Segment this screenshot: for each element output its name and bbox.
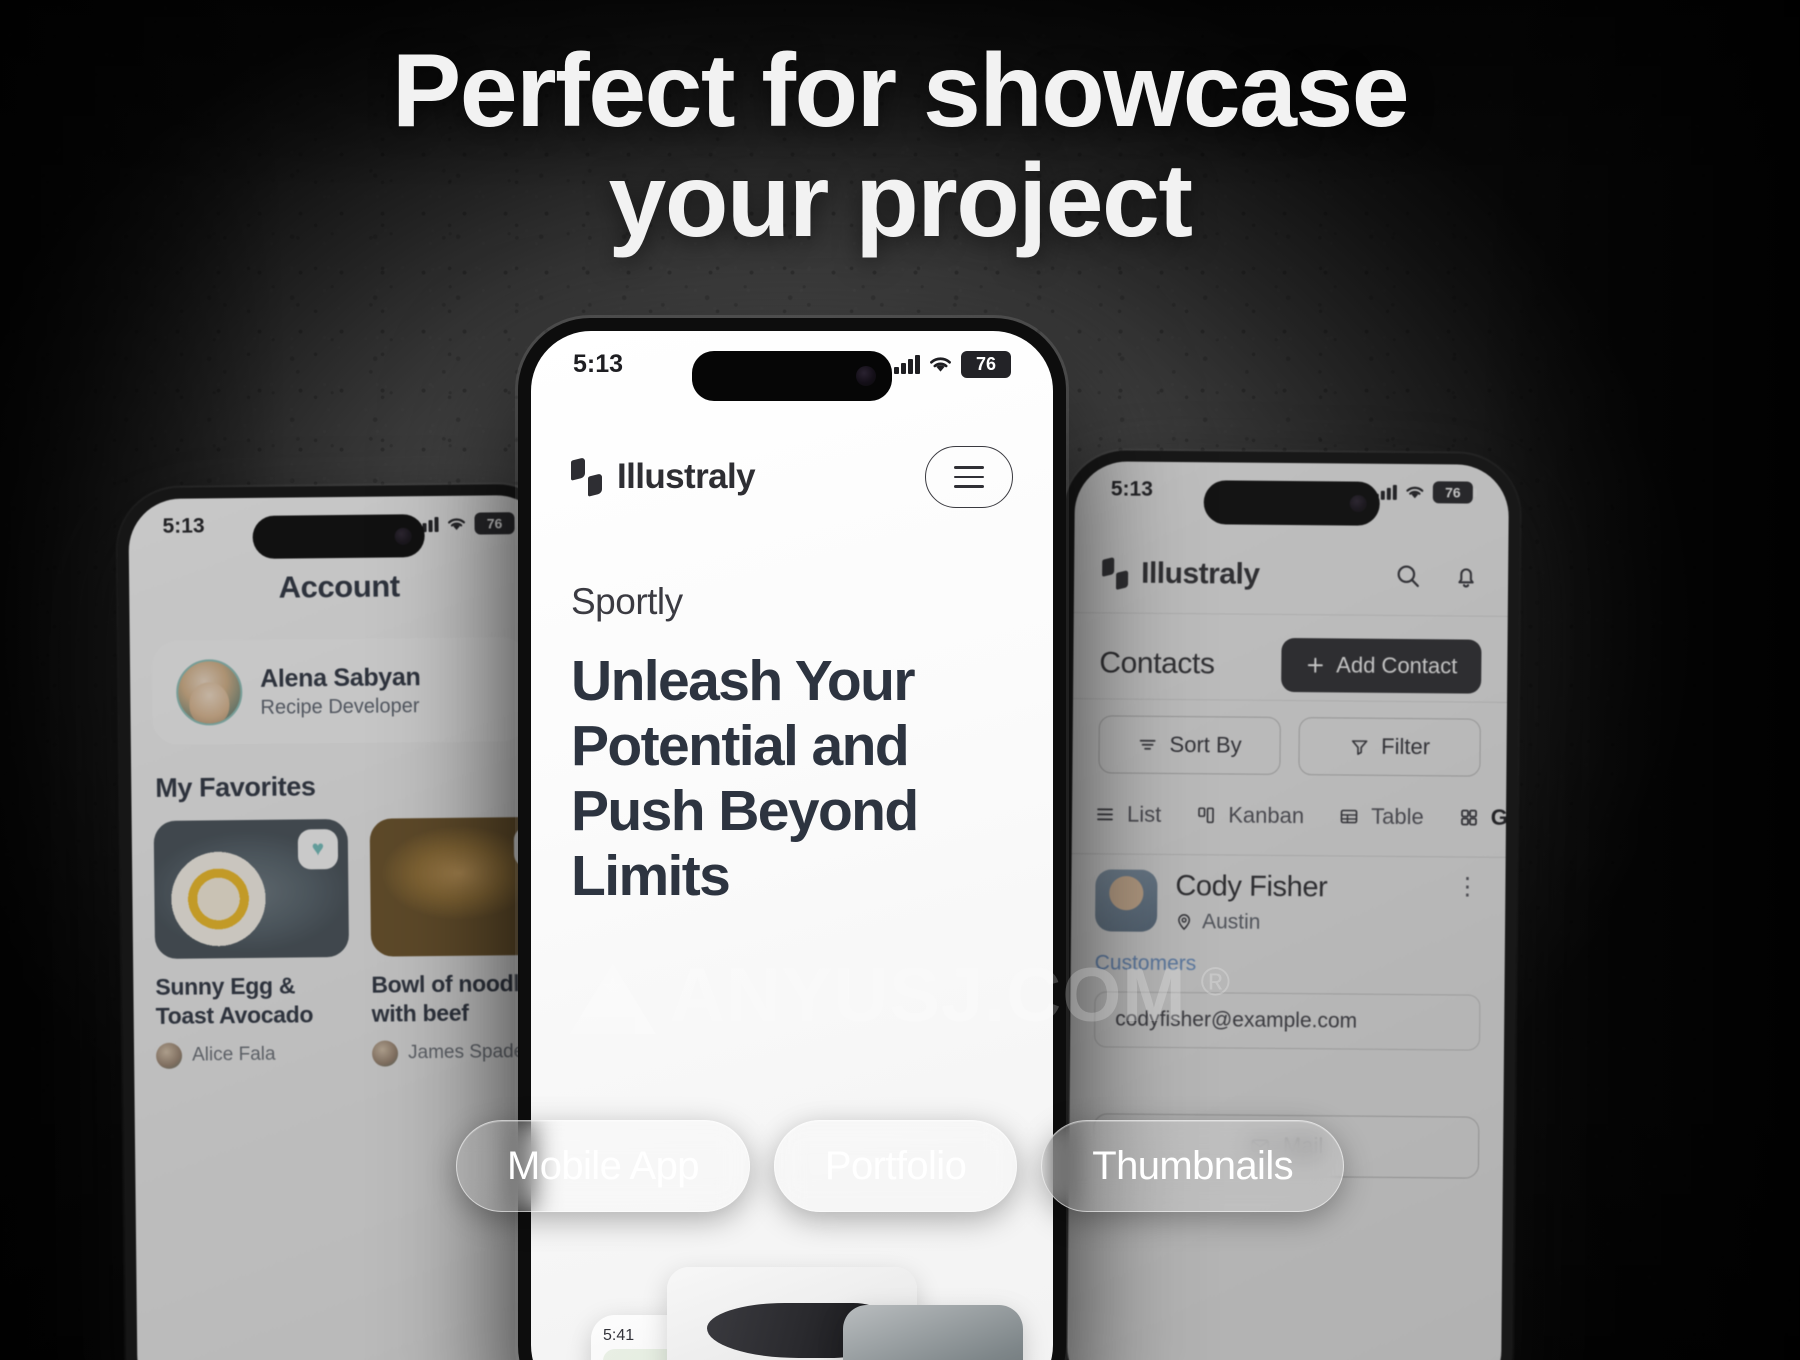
- profile-name: Alena Sabyan: [259, 662, 421, 693]
- heart-icon[interactable]: ♥: [297, 829, 339, 870]
- front-camera-lens: [394, 527, 412, 545]
- app-bar: Illustraly: [531, 435, 1053, 519]
- tab-kanban-label: Kanban: [1228, 802, 1305, 829]
- app-bar-actions: [1394, 561, 1480, 590]
- status-time: 5:13: [162, 514, 205, 538]
- brand: Illustraly: [1102, 556, 1260, 591]
- more-vertical-icon[interactable]: ⋮: [1455, 872, 1481, 901]
- author-avatar: [371, 1039, 399, 1067]
- illustraly-logo-icon: [1102, 556, 1129, 590]
- tab-grid[interactable]: Grid: [1458, 804, 1509, 831]
- sort-by-button[interactable]: Sort By: [1098, 715, 1281, 775]
- grid-view-icon: [1460, 809, 1477, 826]
- illustraly-logo-icon: [571, 457, 602, 497]
- phone-left-screen: 5:13 76 Account Alena Sabyan Recipe Deve…: [128, 494, 558, 1360]
- cyclist-photo: [843, 1305, 1023, 1360]
- contact-header: Cody Fisher Austin ⋮: [1094, 869, 1482, 936]
- phone-mockup-left: 5:13 76 Account Alena Sabyan Recipe Deve…: [117, 483, 569, 1360]
- sort-icon: [1139, 739, 1156, 750]
- tab-table[interactable]: Table: [1338, 803, 1424, 830]
- contact-name: Cody Fisher: [1175, 870, 1328, 904]
- list-view-icon: [1097, 808, 1113, 821]
- tab-table-label: Table: [1371, 803, 1424, 830]
- recipe-author: Alice Fala: [155, 1040, 350, 1069]
- brand-name: Illustraly: [1140, 556, 1260, 591]
- add-contact-label: Add Contact: [1336, 651, 1458, 678]
- dynamic-island: [1203, 480, 1380, 526]
- tab-list[interactable]: List: [1094, 801, 1161, 828]
- profile-card[interactable]: Alena Sabyan Recipe Developer: [151, 637, 529, 745]
- funnel-filter-icon: [1351, 740, 1368, 755]
- tab-kanban[interactable]: Kanban: [1195, 802, 1304, 829]
- wifi-icon: [448, 518, 466, 530]
- contacts-header: Contacts Add Contact: [1073, 627, 1508, 703]
- category-pills: Mobile App Portfolio Thumbnails: [0, 1120, 1800, 1212]
- poster-canvas: Perfect for showcase your project 5:13 7…: [0, 0, 1800, 1360]
- status-icons: 76: [1374, 481, 1473, 504]
- map-pin-icon: [1178, 914, 1191, 931]
- battery-indicator: 76: [961, 350, 1011, 378]
- contact-location: Austin: [1175, 910, 1327, 935]
- dynamic-island: [252, 514, 425, 559]
- tab-grid-label: Grid: [1490, 804, 1510, 831]
- contact-location-label: Austin: [1201, 910, 1261, 934]
- pill-portfolio[interactable]: Portfolio: [773, 1120, 1018, 1212]
- profile-role: Recipe Developer: [260, 694, 420, 719]
- hero-heading: Unleash Your Potential and Push Beyond L…: [571, 649, 919, 908]
- avatar: [1094, 869, 1158, 932]
- list-title: Contacts: [1099, 645, 1215, 680]
- account-page-title: Account: [278, 568, 400, 605]
- headline-line-1: Perfect for showcase: [391, 33, 1410, 149]
- filter-bar: Sort By Filter: [1098, 715, 1481, 777]
- sort-by-label: Sort By: [1169, 731, 1242, 758]
- table-view-icon: [1340, 809, 1358, 824]
- wifi-icon: [1406, 486, 1424, 499]
- avatar: [175, 659, 243, 726]
- hamburger-menu-icon[interactable]: [925, 446, 1013, 508]
- list-item[interactable]: ♥ Sunny Egg & Toast Avocado Alice Fala: [153, 818, 351, 1069]
- status-time: 5:13: [573, 349, 624, 378]
- brand-name: Illustraly: [617, 457, 756, 496]
- app-bar: Illustraly: [1073, 533, 1509, 617]
- recipe-title: Sunny Egg & Toast Avocado: [155, 972, 314, 1029]
- battery-indicator: 76: [1432, 481, 1473, 504]
- filter-button[interactable]: Filter: [1298, 717, 1481, 777]
- author-name: James Spader: [407, 1040, 531, 1063]
- tab-list-label: List: [1126, 801, 1162, 827]
- pill-thumbnails[interactable]: Thumbnails: [1041, 1120, 1345, 1212]
- search-icon[interactable]: [1394, 561, 1422, 589]
- kanban-view-icon: [1198, 807, 1215, 824]
- hero-media: 5:41 11,35 km 32:12: [531, 1215, 1053, 1360]
- status-badge: Customers: [1094, 951, 1197, 976]
- author-name: Alice Fala: [191, 1043, 276, 1066]
- view-tabs: List Kanban Table Grid: [1072, 801, 1509, 831]
- author-avatar: [155, 1042, 183, 1069]
- wifi-icon: [930, 357, 951, 372]
- dynamic-island: [692, 351, 892, 401]
- phone-mockup-right: 5:13 76 Illustraly Contacts Add Contact …: [1055, 450, 1521, 1360]
- product-eyebrow: Sportly: [571, 581, 683, 622]
- add-contact-button[interactable]: Add Contact: [1281, 637, 1482, 694]
- brand[interactable]: Illustraly: [571, 457, 756, 497]
- recipe-thumbnail: ♥: [153, 818, 350, 959]
- status-time: 5:13: [1110, 477, 1153, 501]
- page-title: Perfect for showcase your project: [0, 33, 1800, 260]
- contact-card[interactable]: Cody Fisher Austin ⋮ Customers codyfishe…: [1070, 869, 1506, 1051]
- front-camera-lens: [1349, 495, 1367, 513]
- contact-email[interactable]: codyfisher@example.com: [1093, 991, 1481, 1051]
- status-icons: 76: [416, 512, 515, 535]
- phone-right-screen: 5:13 76 Illustraly Contacts Add Contact …: [1066, 461, 1510, 1360]
- cellular-signal-icon: [894, 354, 920, 374]
- battery-indicator: 76: [474, 512, 515, 535]
- pill-mobile-app[interactable]: Mobile App: [455, 1120, 750, 1212]
- favorites-section-title: My Favorites: [155, 771, 316, 803]
- plus-icon: [1307, 657, 1323, 673]
- headline-line-2: your project: [608, 143, 1194, 260]
- status-icons: 76: [894, 350, 1011, 378]
- favorites-list: ♥ Sunny Egg & Toast Avocado Alice Fala ♥…: [153, 816, 558, 1069]
- front-camera-lens: [856, 366, 876, 386]
- filter-label: Filter: [1381, 733, 1431, 760]
- divider: [1071, 853, 1506, 858]
- notification-bell-icon[interactable]: [1452, 562, 1480, 590]
